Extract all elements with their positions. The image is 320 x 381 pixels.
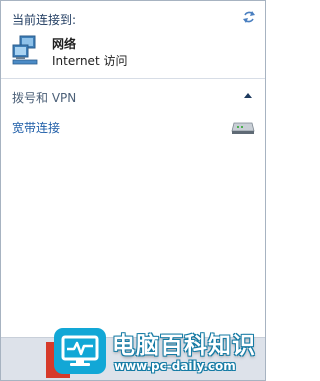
network-status: Internet 访问 [52, 54, 128, 68]
network-item[interactable]: 网络 Internet 访问 [9, 33, 257, 69]
vpn-section-header: 拨号和 VPN [12, 91, 77, 105]
section-divider [1, 78, 265, 79]
collapse-vpn-button[interactable] [241, 89, 255, 101]
network-name: 网络 [52, 37, 77, 51]
watermark-title: 电脑百科知识 [112, 333, 256, 359]
network-computer-icon [12, 35, 38, 65]
watermark-url: www.pc-daily.com [114, 359, 236, 373]
refresh-icon [243, 11, 255, 23]
modem-icon [231, 122, 255, 134]
chevron-up-icon [244, 93, 252, 98]
connected-header: 当前连接到: [12, 13, 77, 27]
broadband-connection-label: 宽带连接 [12, 121, 61, 135]
monitor-pulse-logo [54, 328, 106, 374]
refresh-button[interactable] [239, 7, 259, 27]
broadband-connection-item[interactable]: 宽带连接 [9, 115, 257, 137]
site-watermark: 电脑百科知识 www.pc-daily.com [48, 322, 266, 381]
